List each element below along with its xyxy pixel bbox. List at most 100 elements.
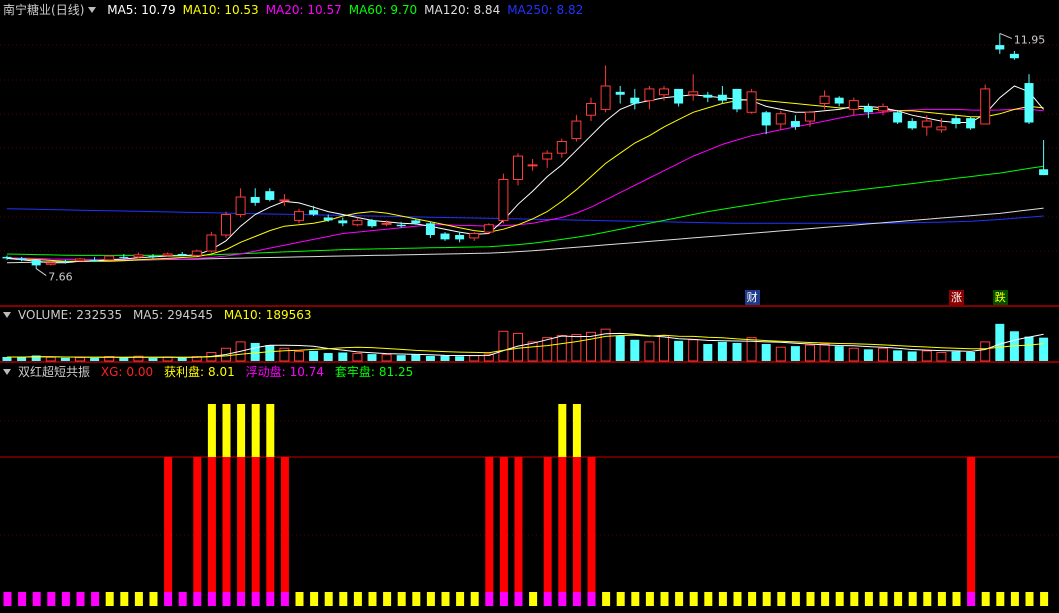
- signal-base-cell: [499, 592, 508, 606]
- candle-body: [367, 220, 377, 227]
- candle-body: [60, 261, 70, 263]
- stock-period: (日线): [51, 3, 85, 17]
- candle-body: [513, 155, 523, 180]
- candle-body: [221, 214, 231, 236]
- candle-body: [703, 94, 713, 98]
- ma-legend-item: MA5: 10.79: [107, 3, 176, 17]
- signal-base-cell: [777, 592, 786, 606]
- volume-bar: [177, 357, 187, 361]
- event-badge[interactable]: 财: [744, 290, 760, 305]
- signal-red-bar: [543, 457, 552, 592]
- volume-bar: [279, 347, 290, 362]
- volume-bar: [907, 351, 917, 361]
- dropdown-icon[interactable]: [3, 312, 11, 318]
- signal-base-cell: [32, 592, 41, 606]
- signal-base-cell: [470, 592, 479, 606]
- candle-body: [396, 224, 406, 227]
- volume-bar: [294, 350, 304, 362]
- volume-bar: [352, 353, 363, 362]
- candle-body: [17, 258, 27, 260]
- candle-body: [732, 88, 742, 110]
- candle-body: [644, 88, 655, 102]
- signal-base-cell: [1025, 592, 1034, 606]
- signal-base-cell: [368, 592, 377, 606]
- signal-base-cell: [456, 592, 465, 606]
- candle-body: [615, 91, 625, 95]
- volume-bar: [936, 352, 947, 362]
- volume-bar: [1024, 336, 1034, 361]
- candle-body: [966, 118, 976, 129]
- volume-bar: [542, 337, 553, 362]
- volume-bar: [440, 355, 450, 361]
- signal-base-cell: [237, 592, 246, 606]
- volume-bar: [878, 347, 888, 362]
- event-badge[interactable]: 涨: [949, 290, 964, 305]
- ma120-line: [6, 207, 1044, 264]
- dropdown-icon[interactable]: [3, 369, 11, 375]
- signal-base-cell: [514, 592, 523, 606]
- signal-red-bar: [558, 457, 567, 592]
- candle-body: [1009, 53, 1019, 59]
- candle-body: [148, 256, 158, 258]
- stock-name[interactable]: 南宁糖业: [3, 3, 51, 17]
- signal-base-cell: [339, 592, 348, 606]
- candle-body: [586, 103, 596, 116]
- candle-body: [352, 219, 363, 226]
- ma-legend-item: MA60: 9.70: [348, 3, 418, 17]
- signal-base-cell: [675, 592, 684, 606]
- volume-bar: [455, 356, 465, 361]
- candle-body: [980, 88, 991, 125]
- signal-red-bar: [251, 457, 260, 592]
- trapped-label: 套牢盘: [334, 365, 371, 379]
- candle-body: [250, 197, 260, 203]
- volume-bar: [265, 345, 275, 361]
- candle-body: [90, 259, 100, 262]
- signal-base-cell: [193, 592, 202, 606]
- signal-red-bar: [587, 457, 596, 592]
- signal-base-cell: [791, 592, 800, 606]
- volume-bar: [396, 355, 406, 361]
- candle-body: [279, 199, 290, 202]
- signal-base-cell: [164, 592, 173, 606]
- event-badge[interactable]: 跌: [992, 290, 1008, 305]
- candle-body: [162, 253, 173, 256]
- signal-base-cell: [543, 592, 552, 606]
- candle-body: [45, 262, 56, 265]
- volume-bar: [995, 323, 1005, 361]
- volume-bar: [60, 357, 70, 361]
- trapped-value: 81.25: [378, 365, 414, 379]
- candle-body: [878, 105, 888, 112]
- signal-base-cell: [704, 592, 713, 606]
- signal-base-cell: [18, 592, 27, 606]
- candle-body: [746, 91, 757, 113]
- candle-body: [206, 234, 217, 252]
- volume-bar: [527, 341, 538, 362]
- signal-base-cell: [310, 592, 319, 606]
- candle-body: [834, 97, 844, 104]
- volume-bar: [630, 339, 640, 361]
- signal-base-cell: [850, 592, 859, 606]
- signal-base-cell: [266, 592, 275, 606]
- signal-red-bar: [514, 457, 523, 592]
- ma60-line: [6, 165, 1044, 256]
- signal-red-bar: [222, 457, 231, 592]
- volume-bar: [615, 335, 625, 361]
- candle-body: [2, 256, 12, 259]
- low-price-label: 7.66: [48, 271, 72, 284]
- signal-bars: [3, 404, 1049, 606]
- volume-bar: [425, 355, 435, 361]
- dropdown-icon[interactable]: [88, 7, 97, 13]
- volume-bar: [411, 354, 421, 361]
- signal-base-cell: [383, 592, 392, 606]
- candle-body: [995, 45, 1005, 50]
- signal-base-cell: [529, 592, 538, 606]
- volume-bar: [338, 352, 348, 361]
- volume-ma10-line: [7, 334, 1044, 358]
- signal-title: 双红超短共振: [18, 365, 91, 379]
- volume-bar: [921, 350, 932, 362]
- volume-bar: [17, 357, 27, 361]
- signal-red-bar: [499, 457, 508, 592]
- volume-bar: [966, 351, 976, 361]
- candle-body: [323, 217, 333, 221]
- volume-ma-lines: [6, 332, 1044, 358]
